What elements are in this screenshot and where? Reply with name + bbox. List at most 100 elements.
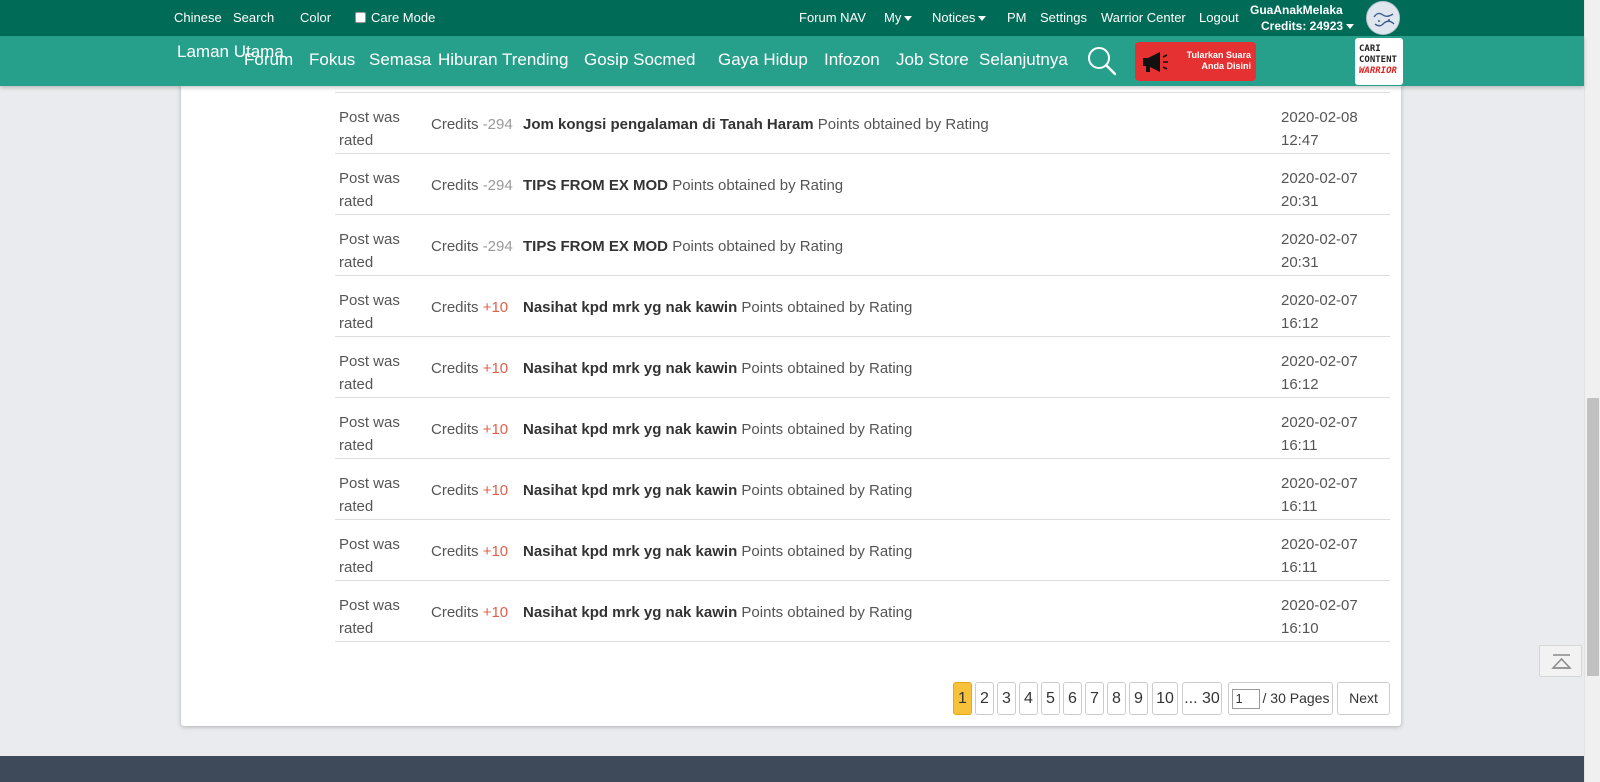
arrow-up-icon [1551,654,1572,669]
detail-cell: Nasihat kpd mrk yg nak kawin Points obta… [523,482,912,499]
page-jump-input[interactable]: 1 [1231,689,1260,710]
page-link[interactable]: 7 [1085,682,1104,715]
page-link[interactable]: 2 [975,682,994,715]
cari-content-warrior-badge[interactable]: CARI CONTENT WARRIOR [1355,38,1403,85]
settings-link[interactable]: Settings [1040,10,1087,25]
credits-label: Credits [431,421,479,438]
search-link[interactable]: Search [233,10,274,25]
nav-fokus[interactable]: Fokus [309,50,355,70]
thread-title-link[interactable]: Nasihat kpd mrk yg nak kawin [523,299,737,316]
credits-label: Credits [431,177,479,194]
credits-cell: Credits -294 [431,116,513,133]
thread-title-link[interactable]: Nasihat kpd mrk yg nak kawin [523,421,737,438]
top-bar: Chinese Search Color Care Mode Forum NAV… [0,0,1584,36]
promo-banner[interactable]: Tularkan Suara Anda Disini [1135,42,1256,81]
action-cell: Post was rated [339,231,400,271]
table-row: Post was rated Credits +10 Nasihat kpd mrk… [335,459,1390,520]
care-mode-checkbox[interactable] [355,12,366,23]
time-text: 16:11 [1281,437,1318,454]
page-scrollbar[interactable] [1584,0,1600,782]
page-total-label: / 30 Pages [1262,690,1330,706]
forum-nav-link[interactable]: Forum NAV [799,10,866,25]
logout-link[interactable]: Logout [1199,10,1239,25]
warrior-center-link[interactable]: Warrior Center [1101,10,1186,25]
table-row: Post was rated Credits -294 Jom kongsi pen… [335,93,1390,154]
credits-cell: Credits +10 [431,421,508,438]
credits-label: Credits [431,116,479,133]
page-link[interactable]: 10 [1152,682,1178,715]
action-cell: Post was rated [339,109,400,149]
promo-text: Tularkan Suara Anda Disini [1186,50,1251,71]
care-mode-toggle[interactable]: Care Mode [355,10,435,25]
date-cell: 2020-02-07 16:11 [1281,533,1358,579]
chinese-link[interactable]: Chinese [174,10,222,25]
nav-hiburan-trending[interactable]: Hiburan Trending [438,50,568,70]
thread-title-link[interactable]: TIPS FROM EX MOD [523,238,668,255]
table-row: Post was rated Credits -294 TIPS FROM EX M… [335,154,1390,215]
detail-cell: TIPS FROM EX MOD Points obtained by Rati… [523,177,843,194]
date-cell: 2020-02-07 16:10 [1281,594,1358,640]
nav-forum[interactable]: Forum [244,50,293,70]
reason-text: Points obtained by Rating [817,116,989,133]
thread-title-link[interactable]: Nasihat kpd mrk yg nak kawin [523,360,737,377]
date-text: 2020-02-08 [1281,109,1358,126]
table-row: Post was rated Credits +10 Nasihat kpd mrk… [335,276,1390,337]
credits-cell: Credits +10 [431,360,508,377]
page-link[interactable]: 5 [1041,682,1060,715]
reason-text: Points obtained by Rating [741,482,913,499]
page-link[interactable]: 6 [1063,682,1082,715]
nav-gosip-socmed[interactable]: Gosip Socmed [584,50,696,70]
scrollbar-thumb[interactable] [1587,398,1599,676]
detail-cell: Nasihat kpd mrk yg nak kawin Points obta… [523,543,912,560]
my-menu[interactable]: My [884,10,913,25]
nav-infozon[interactable]: Infozon [824,50,880,70]
page-link[interactable]: ... 30 [1182,682,1222,715]
page-link[interactable]: 3 [997,682,1016,715]
reason-text: Points obtained by Rating [672,177,844,194]
next-page-button[interactable]: Next [1337,682,1390,715]
table-row: Post was rated Credits +10 Nasihat kpd mrk… [335,581,1390,642]
nav-gaya-hidup[interactable]: Gaya Hidup [718,50,808,70]
credits-cell: Credits -294 [431,177,513,194]
action-cell: Post was rated [339,414,400,454]
credits-cell: Credits +10 [431,299,508,316]
time-text: 12:47 [1281,132,1319,149]
reason-text: Points obtained by Rating [741,543,913,560]
page-link[interactable]: 4 [1019,682,1038,715]
credits-label: Credits [431,482,479,499]
avatar[interactable] [1366,1,1400,35]
my-menu-label: My [884,10,902,25]
nav-job-store[interactable]: Job Store [896,50,969,70]
action-cell: Post was rated [339,475,400,515]
page-current[interactable]: 1 [953,682,972,715]
user-menu[interactable]: GuaAnakMelaka Credits: 24923 [1250,2,1355,34]
reason-text: Points obtained by Rating [741,604,913,621]
credits-label: Credits [431,360,479,377]
search-icon[interactable] [1087,46,1117,76]
table-row: Post was rated Credits +10 Nasihat kpd mrk… [335,520,1390,581]
credits-value: -294 [482,238,513,255]
credits-value: +10 [482,604,509,621]
thread-title-link[interactable]: Jom kongsi pengalaman di Tanah Haram [523,116,814,133]
page-link[interactable]: 9 [1129,682,1148,715]
chevron-down-icon [978,16,987,22]
date-text: 2020-02-07 [1281,231,1358,248]
nav-laman-utama[interactable]: Laman Utama [177,42,284,62]
back-to-top-button[interactable] [1539,645,1582,677]
thread-title-link[interactable]: Nasihat kpd mrk yg nak kawin [523,543,737,560]
thread-title-link[interactable]: Nasihat kpd mrk yg nak kawin [523,482,737,499]
nav-semasa[interactable]: Semasa [369,50,431,70]
date-cell: 2020-02-07 16:12 [1281,289,1358,335]
pm-link[interactable]: PM [1007,10,1027,25]
notices-menu[interactable]: Notices [932,10,987,25]
date-text: 2020-02-07 [1281,536,1358,553]
nav-selanjutnya[interactable]: Selanjutnya [979,50,1068,70]
page-link[interactable]: 8 [1107,682,1126,715]
credits-label: Credits [431,604,479,621]
thread-title-link[interactable]: Nasihat kpd mrk yg nak kawin [523,604,737,621]
action-cell: Post was rated [339,292,400,332]
color-link[interactable]: Color [300,10,331,25]
thread-title-link[interactable]: TIPS FROM EX MOD [523,177,668,194]
reason-text: Points obtained by Rating [741,360,913,377]
megaphone-icon [1143,52,1168,72]
